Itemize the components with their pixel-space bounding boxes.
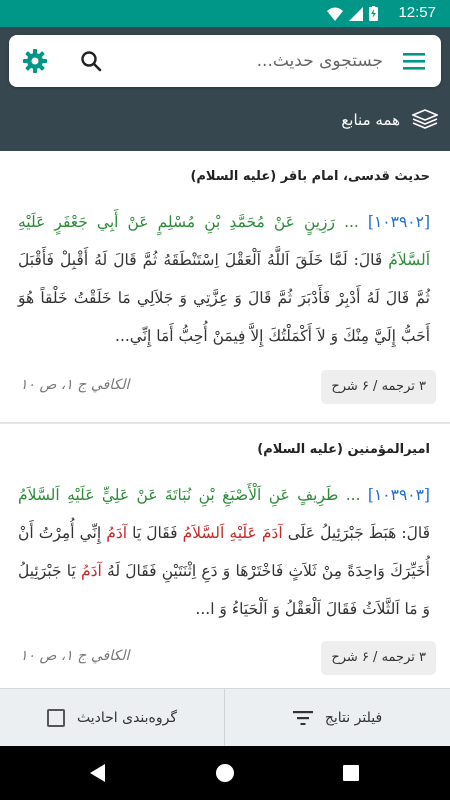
search-icon[interactable] xyxy=(79,49,103,73)
wifi-icon xyxy=(327,7,343,21)
hadith-list: حدیث قدسی، امام باقر (علیه السلام) [۱۰۳۹… xyxy=(0,151,450,688)
hadith-reference: الکافي ج ۱، ص ۱۰ xyxy=(20,648,130,664)
filter-label: فیلتر نتایج xyxy=(324,710,383,726)
hadith-chain: ... طَرِيفٍ عَنِ اَلْأَصْبَغِ بْنِ نُبَا… xyxy=(18,486,361,504)
hadith-text: [۱۰۳۹۰۳] ... طَرِيفٍ عَنِ اَلْأَصْبَغِ ب… xyxy=(18,476,430,628)
hadith-number[interactable]: [۱۰۳۹۰۲] xyxy=(368,213,430,231)
recents-icon[interactable] xyxy=(340,762,362,784)
system-nav-bar xyxy=(0,746,450,800)
hadith-footer: ۳ ترجمه / ۶ شرح الکافي ج ۱، ص ۱۰ xyxy=(14,370,436,404)
translation-badge[interactable]: ۳ ترجمه / ۶ شرح xyxy=(321,641,436,675)
search-input[interactable] xyxy=(163,48,383,74)
sources-label: همه منابع xyxy=(341,111,400,129)
hadith-body: قَالَ: لَمَّا خَلَقَ اَللَّهُ اَلْعَقْلَ… xyxy=(18,251,430,345)
app-header: همه منابع xyxy=(0,27,450,151)
status-bar: 12:57 xyxy=(0,0,450,27)
hadith-source: امیرالمؤمنین (علیه السلام) xyxy=(257,442,430,457)
menu-icon[interactable] xyxy=(401,49,427,73)
gear-icon[interactable] xyxy=(22,48,48,74)
hadith-reference: الکافي ج ۱، ص ۱۰ xyxy=(20,377,130,393)
hadith-footer: ۳ ترجمه / ۶ شرح الکافي ج ۱، ص ۱۰ xyxy=(14,641,436,675)
bottom-action-bar: فیلتر نتایج گروه‌بندی احادیث xyxy=(0,688,450,747)
hadith-source: حدیث قدسی، امام باقر (علیه السلام) xyxy=(190,169,430,184)
filter-icon xyxy=(292,711,313,725)
hadith-body-part: فَقَالَ يَا xyxy=(127,524,183,542)
group-hadiths-toggle[interactable]: گروه‌بندی احادیث xyxy=(0,689,225,747)
highlight-name: آدَمَ عَلَيْهِ اَلسَّلاَمُ xyxy=(182,524,283,542)
status-icons xyxy=(327,6,378,21)
hadith-text: [۱۰۳۹۰۲] ... رَزِينٍ عَنْ مُحَمَّدِ بْنِ… xyxy=(18,203,430,355)
battery-charging-icon xyxy=(369,6,378,21)
status-time: 12:57 xyxy=(398,4,436,21)
group-label: گروه‌بندی احادیث xyxy=(76,710,178,726)
layers-icon xyxy=(412,109,438,129)
translation-badge[interactable]: ۳ ترجمه / ۶ شرح xyxy=(321,370,436,404)
sources-selector[interactable]: همه منابع xyxy=(341,105,438,135)
highlight-name: آدَمُ xyxy=(81,562,102,580)
signal-icon xyxy=(349,6,363,21)
search-bar xyxy=(9,35,441,87)
group-checkbox[interactable] xyxy=(46,709,65,727)
hadith-body-part: قَالَ: هَبَطَ جَبْرَئِيلُ عَلَى xyxy=(282,524,430,542)
hadith-number[interactable]: [۱۰۳۹۰۳] xyxy=(368,486,430,504)
highlight-name: آدَمُ xyxy=(106,524,128,542)
home-icon[interactable] xyxy=(214,762,236,784)
back-icon[interactable] xyxy=(87,762,109,784)
hadith-card[interactable]: حدیث قدسی، امام باقر (علیه السلام) [۱۰۳۹… xyxy=(0,151,450,423)
hadith-card[interactable]: امیرالمؤمنین (علیه السلام) [۱۰۳۹۰۳] ... … xyxy=(0,423,450,688)
filter-results-button[interactable]: فیلتر نتایج xyxy=(225,689,450,747)
